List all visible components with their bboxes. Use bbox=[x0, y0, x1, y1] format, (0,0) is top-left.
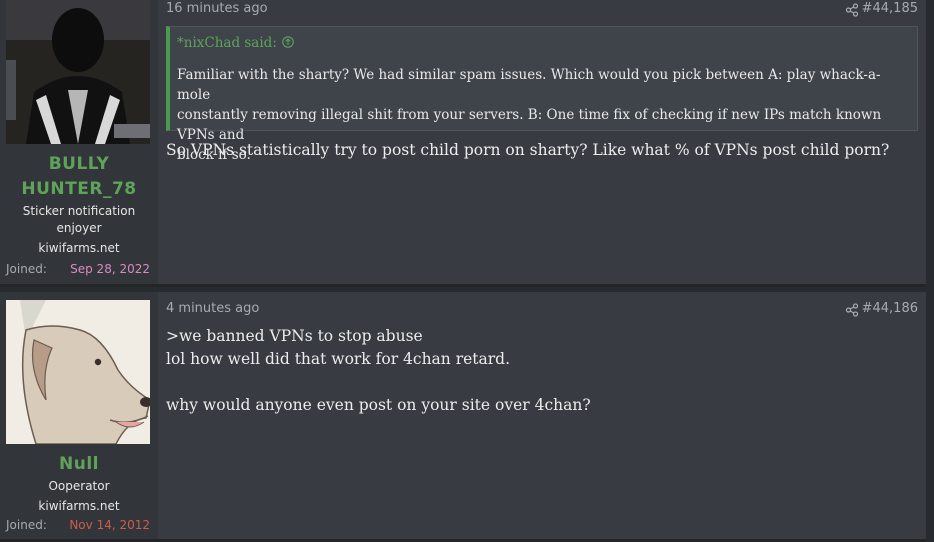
user-site: kiwifarms.net bbox=[38, 241, 120, 255]
post-time[interactable]: 16 minutes ago bbox=[166, 0, 268, 18]
user-title: Ooperator bbox=[48, 479, 110, 493]
joined-label: Joined: bbox=[6, 518, 47, 532]
share-icon[interactable] bbox=[845, 302, 859, 317]
quote-author-label[interactable]: *nixChad said: bbox=[177, 35, 277, 51]
username[interactable]: BULLY HUNTER_78 bbox=[0, 152, 158, 202]
joined-date: Sep 28, 2022 bbox=[70, 262, 150, 276]
post-time[interactable]: 4 minutes ago bbox=[166, 300, 259, 318]
arrow-up-circle-icon[interactable] bbox=[282, 35, 294, 48]
post-number[interactable]: #44,185 bbox=[862, 0, 918, 18]
post-number[interactable]: #44,186 bbox=[862, 300, 918, 318]
avatar[interactable] bbox=[6, 0, 150, 144]
post-body: >we banned VPNs to stop abuse lol how we… bbox=[166, 327, 591, 414]
post-44186: Null Ooperator kiwifarms.net Joined: Nov… bbox=[0, 292, 926, 542]
joined-date: Nov 14, 2012 bbox=[69, 518, 150, 532]
username[interactable]: Null bbox=[0, 452, 158, 477]
quote-author[interactable]: *nixChad said: bbox=[177, 34, 294, 53]
share-icon[interactable] bbox=[845, 2, 859, 17]
user-sidebar: BULLY HUNTER_78 Sticker notification enj… bbox=[0, 0, 158, 284]
user-site: kiwifarms.net bbox=[38, 499, 120, 513]
post-body: So VPNs statistically try to post child … bbox=[166, 141, 890, 159]
joined-label: Joined: bbox=[6, 262, 47, 276]
user-title: Sticker notification enjoyer bbox=[22, 204, 136, 235]
user-sidebar: Null Ooperator kiwifarms.net Joined: Nov… bbox=[0, 292, 158, 539]
post-44185: BULLY HUNTER_78 Sticker notification enj… bbox=[0, 0, 926, 287]
avatar[interactable] bbox=[6, 300, 150, 444]
quote-block: *nixChad said: Familiar with the sharty?… bbox=[166, 26, 918, 163]
